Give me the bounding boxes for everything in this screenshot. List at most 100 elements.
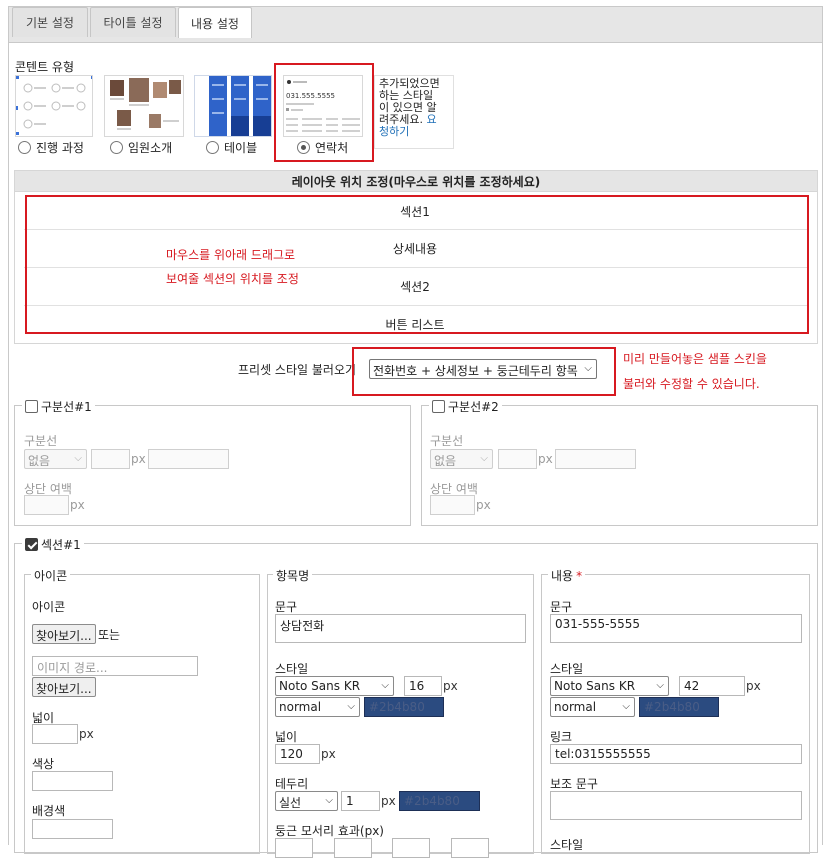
content-group-legend-label: 내용 (551, 569, 574, 583)
content-link-label: 링크 (550, 730, 573, 744)
content-weight-select[interactable]: normal ⌵ (550, 697, 635, 717)
icon-path-input[interactable]: 이미지 경로... (32, 656, 198, 676)
divider2-color-input[interactable] (555, 449, 636, 469)
required-mark: * (576, 568, 583, 583)
table-preview-image (195, 76, 271, 136)
item-width-label: 넓이 (275, 730, 298, 744)
content-color-swatch[interactable]: #2b4b80 (639, 697, 719, 717)
chevron-down-icon: ⌵ (480, 453, 488, 464)
icon-browse-button[interactable]: 찾아보기... (32, 624, 96, 644)
content-text-label: 문구 (550, 600, 573, 614)
item-border-label: 테두리 (275, 777, 309, 791)
divider2-legend-label: 구분선#2 (448, 400, 499, 414)
px-unit: px (321, 747, 336, 761)
item-border-color-swatch[interactable]: #2b4b80 (399, 791, 480, 811)
preset-hint-line1: 미리 만들어놓은 샘플 스킨을 (623, 352, 767, 366)
radio-label: 테이블 (224, 141, 258, 155)
divider2-top-margin-input[interactable] (430, 495, 475, 515)
item-border-width-input[interactable]: 1 (341, 791, 380, 811)
divider2-legend[interactable]: 구분선#2 (429, 398, 502, 415)
content-link-input[interactable]: tel:0315555555 (550, 744, 802, 764)
divider1-checkbox[interactable] (25, 400, 38, 413)
radius-input-4[interactable] (451, 838, 489, 858)
item-group-legend: 항목명 (273, 567, 313, 584)
radio-button[interactable] (206, 141, 219, 154)
tab-content-settings[interactable]: 내용 설정 (178, 7, 252, 38)
item-weight-select[interactable]: normal ⌵ (275, 697, 360, 717)
px-unit: px (70, 498, 85, 512)
content-text-input[interactable]: 031-555-5555 (550, 614, 802, 643)
icon-bg-input[interactable] (32, 819, 113, 839)
table-style-thumbnail[interactable] (194, 75, 272, 137)
tab-basic-settings[interactable]: 기본 설정 (12, 7, 88, 37)
radius-input-1[interactable] (275, 838, 313, 858)
style-request-note: 추가되었으면 하는 스타일 이 있으면 알 려주세요. 요 청하기 (374, 75, 454, 149)
content-sub-text-input[interactable] (550, 791, 802, 820)
item-font-select[interactable]: Noto Sans KR ⌵ (275, 676, 394, 696)
chevron-down-icon: ⌵ (325, 795, 333, 806)
divider2-line-label: 구분선 (430, 434, 464, 448)
divider2-line-select[interactable]: 없음 ⌵ (430, 449, 493, 469)
px-unit: px (538, 452, 553, 466)
item-font-value: Noto Sans KR (279, 679, 361, 693)
divider1-color-input[interactable] (148, 449, 229, 469)
item-radius-label: 둥근 모서리 효과(px) (275, 824, 384, 838)
request-link[interactable]: 요 (426, 113, 436, 126)
item-border-style-select[interactable]: 실선 ⌵ (275, 791, 338, 811)
tab-label: 내용 설정 (191, 16, 239, 31)
content-size-input[interactable]: 42 (679, 676, 745, 696)
icon-bg-label: 배경색 (32, 804, 66, 818)
process-preview-image (16, 76, 92, 135)
process-style-thumbnail[interactable] (15, 75, 93, 137)
layout-highlight-box (25, 195, 809, 334)
px-unit: px (443, 679, 458, 693)
divider1-top-margin-input[interactable] (24, 495, 69, 515)
divider2-line-value: 없음 (434, 454, 457, 468)
divider2-checkbox[interactable] (432, 400, 445, 413)
icon-path-browse-button[interactable]: 찾아보기... (32, 677, 96, 697)
content-font-value: Noto Sans KR (554, 679, 636, 693)
chevron-down-icon: ⌵ (622, 701, 630, 712)
preset-hint-line2: 불러와 수정할 수 있습니다. (623, 377, 760, 391)
radio-button[interactable] (110, 141, 123, 154)
divider2-width-input[interactable] (498, 449, 537, 469)
radio-button[interactable] (18, 141, 31, 154)
tab-title-settings[interactable]: 타이틀 설정 (90, 7, 176, 37)
radio-executives[interactable]: 임원소개 (110, 139, 172, 156)
content-sub-text-label: 보조 문구 (550, 777, 598, 791)
item-width-input[interactable]: 120 (275, 744, 320, 764)
section1-checkbox[interactable] (25, 538, 38, 551)
icon-group-legend: 아이콘 (31, 567, 71, 584)
content-weight-value: normal (554, 700, 597, 714)
radio-table[interactable]: 테이블 (206, 139, 257, 156)
tab-label: 기본 설정 (26, 16, 74, 30)
chevron-down-icon: ⌵ (347, 701, 355, 712)
divider1-line-select[interactable]: 없음 ⌵ (24, 449, 87, 469)
radio-process[interactable]: 진행 과정 (18, 139, 84, 156)
content-type-label: 콘텐트 유형 (15, 60, 75, 74)
content-font-select[interactable]: Noto Sans KR ⌵ (550, 676, 669, 696)
icon-width-input[interactable] (32, 724, 78, 744)
item-text-input[interactable]: 상담전화 (275, 614, 526, 643)
divider1-legend[interactable]: 구분선#1 (22, 398, 95, 415)
divider1-width-input[interactable] (91, 449, 130, 469)
executives-preview-image (110, 78, 181, 130)
chevron-down-icon: ⌵ (381, 680, 389, 691)
icon-color-input[interactable] (32, 771, 113, 791)
layout-hint-line2: 보여줄 섹션의 위치를 조정 (166, 272, 299, 286)
item-color-swatch[interactable]: #2b4b80 (364, 697, 444, 717)
item-text-label: 문구 (275, 600, 298, 614)
radius-input-3[interactable] (392, 838, 430, 858)
px-unit: px (79, 727, 94, 741)
item-size-input[interactable]: 16 (404, 676, 442, 696)
radius-input-2[interactable] (334, 838, 372, 858)
content-style-label: 스타일 (550, 662, 584, 676)
section1-legend[interactable]: 섹션#1 (22, 536, 84, 553)
px-unit: px (381, 794, 396, 808)
executives-style-thumbnail[interactable] (104, 75, 184, 137)
item-style-label: 스타일 (275, 662, 309, 676)
section1-legend-label: 섹션#1 (41, 538, 81, 552)
preset-highlight-box (352, 347, 616, 396)
request-link[interactable]: 청하기 (379, 126, 449, 138)
layout-header: 레이아웃 위치 조정(마우스로 위치를 조정하세요) (14, 170, 818, 192)
